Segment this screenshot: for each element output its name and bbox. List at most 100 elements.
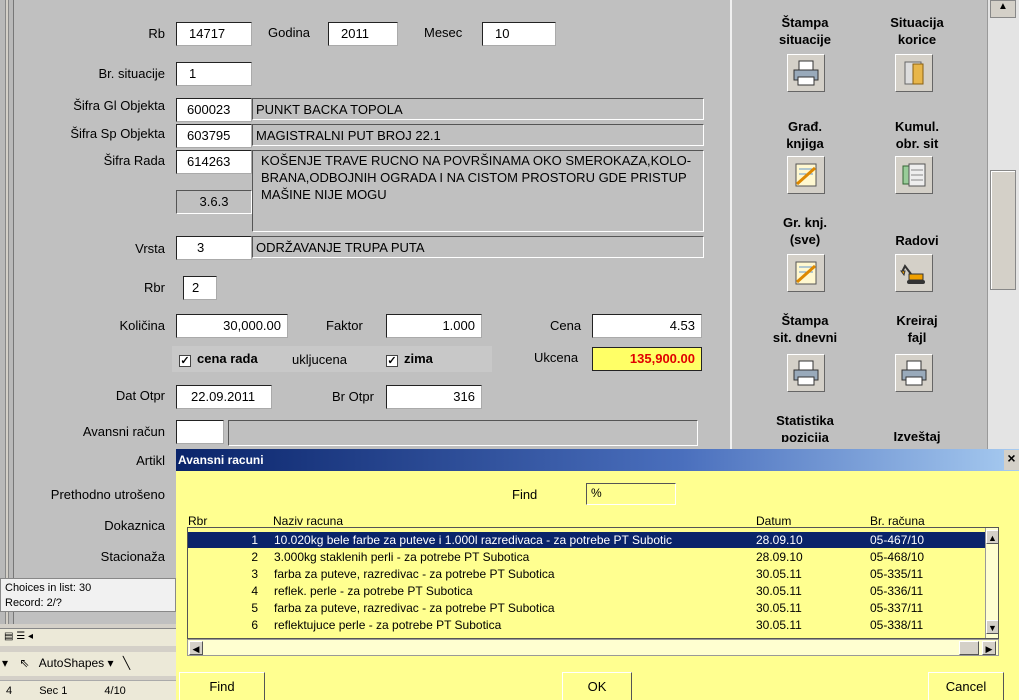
list-hscroll-thumb[interactable]	[959, 641, 979, 655]
close-icon[interactable]: ×	[1004, 450, 1019, 470]
rb-field[interactable]: 14717	[176, 22, 252, 46]
row-datum: 30.05.11	[756, 601, 802, 615]
list-item[interactable]: 6 reflektujuce perle - za potrebe PT Sub…	[188, 617, 998, 633]
list-scroll-down[interactable]: ▼	[986, 620, 998, 634]
rbr-field[interactable]: 2	[183, 276, 217, 300]
list-vertical-scrollbar[interactable]: ▲ ▼	[985, 528, 998, 638]
col-header-datum[interactable]: Datum	[756, 514, 791, 528]
scroll-left-icon[interactable]: ◂	[28, 631, 33, 642]
cena-rada-check: ✓	[179, 355, 191, 367]
row-rbr: 1	[251, 533, 258, 547]
row-naziv: 10.020kg bele farbe za puteve i 1.000l r…	[274, 533, 673, 547]
list-item[interactable]: 1 10.020kg bele farbe za puteve i 1.000l…	[188, 532, 998, 548]
view-toolbar: ▤ ☰ ◂	[0, 628, 176, 646]
kreiraj-fajl-label: Kreiraj fajl	[872, 312, 962, 346]
sifra-rada-description: KOŠENJE TRAVE RUCNO NA POVRŠINAMA OKO SM…	[252, 150, 704, 232]
gradj-knjiga-button[interactable]	[787, 156, 825, 194]
ukcena-field: 135,900.00	[592, 347, 702, 371]
scroll-thumb[interactable]	[990, 170, 1016, 290]
find-button[interactable]: Find	[179, 672, 265, 700]
vrsta-code[interactable]: 3	[176, 236, 252, 260]
godina-field[interactable]: 2011	[328, 22, 398, 46]
kolicina-field[interactable]: 30,000.00	[176, 314, 288, 338]
kreiraj-fajl-button[interactable]	[895, 354, 933, 392]
status-box: Choices in list: 30 Record: 2/?	[0, 578, 176, 612]
situacija-korice-label: Situacija korice	[872, 14, 962, 48]
stampa-sit-dnevni-button[interactable]	[787, 354, 825, 392]
list-item[interactable]: 3 farba za puteve, razredivac - za potre…	[188, 566, 998, 582]
btn-label-line1: Statistika	[776, 413, 834, 428]
br-otpr-label: Br Otpr	[332, 389, 374, 404]
printer-icon	[793, 360, 819, 386]
mesec-field[interactable]: 10	[482, 22, 556, 46]
radovi-button[interactable]	[895, 254, 933, 292]
autoshapes-menu[interactable]: AutoShapes ▾	[39, 656, 114, 670]
list-scroll-right[interactable]: ▶	[982, 641, 996, 655]
sifra-sp-name: MAGISTRALNI PUT BROJ 22.1	[252, 124, 704, 146]
row-naziv: farba za puteve, razredivac - za potrebe…	[274, 601, 555, 615]
row-naziv: reflek. perle - za potrebe PT Subotica	[274, 584, 473, 598]
rbr-label: Rbr	[144, 280, 165, 295]
faktor-label: Faktor	[326, 318, 363, 333]
choices-count: Choices in list: 30	[5, 582, 92, 594]
btn-label-line1: Štampa	[781, 15, 829, 30]
list-scroll-left[interactable]: ◀	[189, 641, 203, 655]
kumul-obr-sit-label: Kumul. obr. sit	[872, 118, 962, 152]
cancel-button[interactable]: Cancel	[928, 672, 1004, 700]
gr-knj-sve-button[interactable]	[787, 254, 825, 292]
find-input[interactable]: %	[586, 483, 676, 505]
list-item[interactable]: 4 reflek. perle - za potrebe PT Subotica…	[188, 583, 998, 599]
pointer-icon[interactable]: ⇖	[19, 656, 29, 670]
row-broj: 05-337/11	[870, 601, 924, 615]
sifra-sp-code[interactable]: 603795	[176, 124, 252, 148]
avansni-code[interactable]	[176, 420, 224, 444]
dat-otpr-field[interactable]: 22.09.2011	[176, 385, 272, 409]
dialog-title-bar: Avansni racuni	[176, 449, 1019, 471]
folder-icon	[904, 61, 924, 85]
sifra-sp-label: Šifra Sp Objekta	[70, 126, 165, 141]
btn-label-line2: knjiga	[786, 136, 824, 151]
dropdown-icon[interactable]: ▾	[2, 656, 8, 670]
find-label: Find	[512, 487, 538, 502]
kumul-obr-sit-button[interactable]	[895, 156, 933, 194]
cena-field[interactable]: 4.53	[592, 314, 702, 338]
stacionaza-label: Stacionaža	[100, 549, 165, 564]
line-icon[interactable]: ╲	[123, 656, 130, 670]
printer-icon	[793, 60, 819, 86]
notepad-icon	[795, 261, 817, 285]
zima-checkbox[interactable]: ✓ zima	[386, 351, 433, 367]
list-scroll-up[interactable]: ▲	[986, 530, 998, 544]
view-icon[interactable]: ▤	[4, 631, 13, 642]
outline-icon[interactable]: ☰	[16, 631, 25, 642]
stampa-situacije-button[interactable]	[787, 54, 825, 92]
btn-label-line1: Gr. knj.	[782, 215, 828, 230]
excavator-icon	[900, 264, 925, 284]
sifra-rada-code[interactable]: 614263	[176, 150, 252, 174]
br-otpr-field[interactable]: 316	[386, 385, 482, 409]
avansni-label: Avansni račun	[82, 424, 165, 439]
col-header-naziv[interactable]: Naziv racuna	[273, 514, 343, 528]
record-indicator: Record: 2/?	[5, 597, 62, 609]
ok-button[interactable]: OK	[562, 672, 632, 700]
rb-label: Rb	[148, 26, 165, 41]
col-header-broj[interactable]: Br. računa	[870, 514, 925, 528]
page-count: 4/10	[104, 685, 126, 697]
zima-check: ✓	[386, 355, 398, 367]
statistika-pozicija-label: Statistika pozicija	[765, 412, 845, 442]
faktor-field[interactable]: 1.000	[386, 314, 482, 338]
row-rbr: 6	[251, 618, 258, 632]
br-situacije-field[interactable]: 1	[176, 62, 252, 86]
col-header-rbr[interactable]: Rbr	[188, 514, 207, 528]
avansni-list[interactable]: 1 10.020kg bele farbe za puteve i 1.000l…	[187, 527, 999, 639]
cena-rada-checkbox[interactable]: ✓ cena rada	[179, 351, 258, 367]
list-item[interactable]: 2 3.000kg staklenih perli - za potrebe P…	[188, 549, 998, 565]
situacija-korice-button[interactable]	[895, 54, 933, 92]
btn-label-line2: situacije	[778, 32, 832, 47]
list-horizontal-scrollbar[interactable]: ◀ ▶	[187, 639, 999, 656]
row-rbr: 4	[251, 584, 258, 598]
list-item[interactable]: 5 farba za puteve, razredivac - za potre…	[188, 600, 998, 616]
spreadsheet-icon	[902, 163, 926, 187]
btn-label-line2: pozicija	[781, 430, 829, 442]
scroll-up-button[interactable]: ▲	[990, 0, 1016, 18]
sifra-gl-code[interactable]: 600023	[176, 98, 252, 122]
